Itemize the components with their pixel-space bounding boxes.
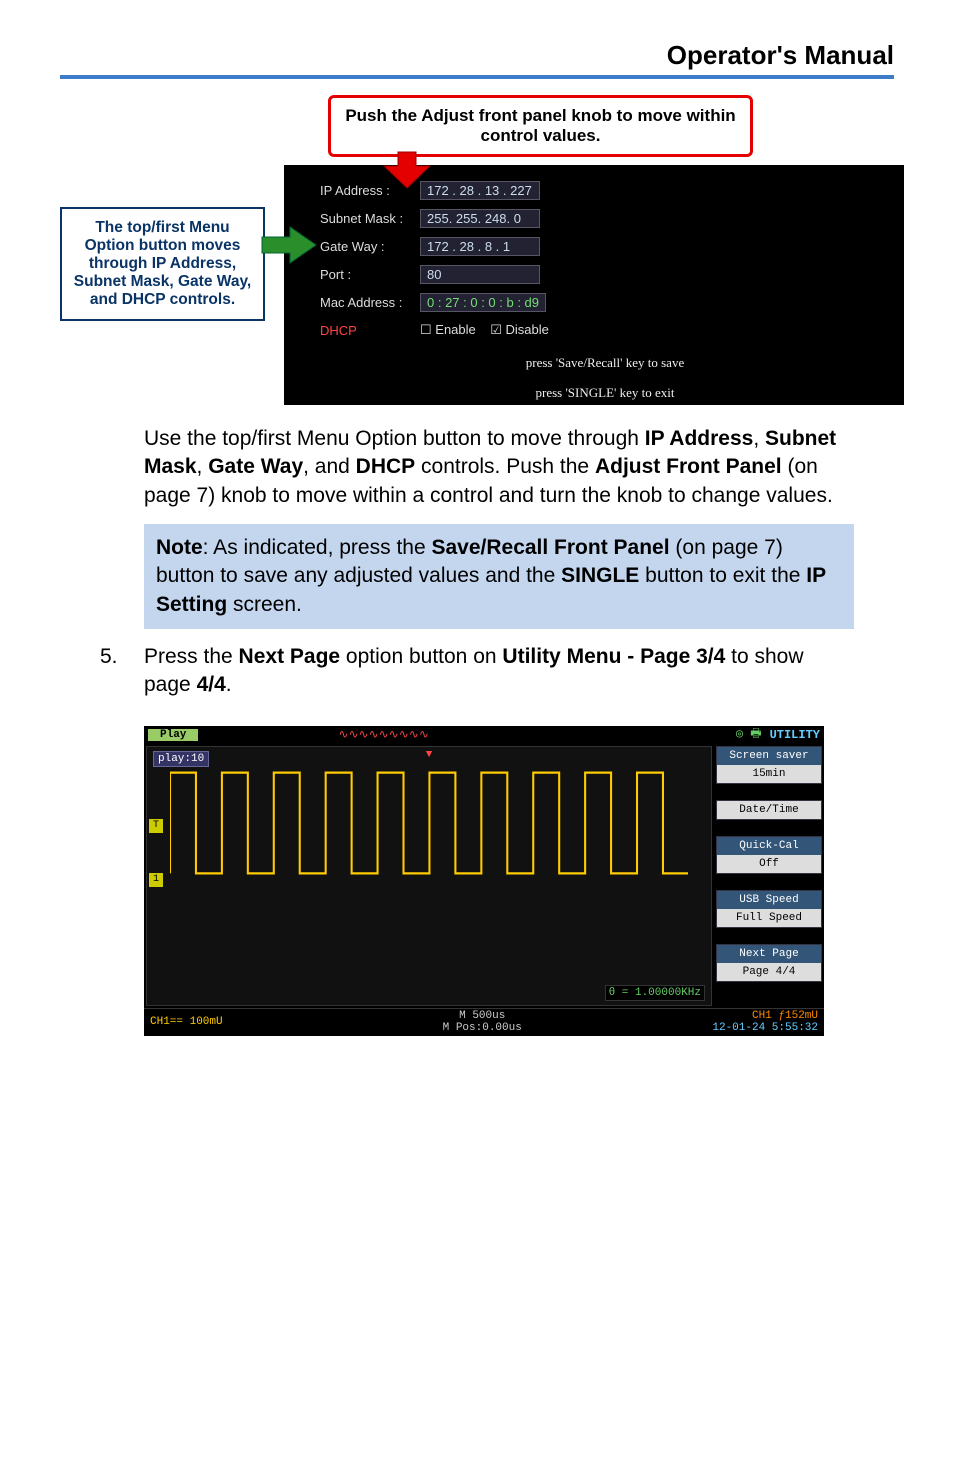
- ip-footer-save: press 'Save/Recall' key to save: [320, 355, 890, 371]
- callout-left-text: The top/first Menu Option button moves t…: [74, 219, 251, 308]
- scope-utility-label: UTILITY: [770, 728, 820, 742]
- mac-address-label: Mac Address :: [320, 295, 420, 310]
- menu-next-page[interactable]: Next Page Page 4/4: [716, 944, 822, 982]
- menu-value: Full Speed: [717, 909, 821, 927]
- arrow-right-icon: [260, 225, 318, 265]
- subnet-mask-label: Subnet Mask :: [320, 211, 420, 226]
- oscilloscope-screenshot: Play ∿∿∿∿∿∿∿∿∿ ◎ 🖶 UTILITY play:10 ▼ T 1…: [144, 726, 894, 1036]
- step-5: 5. Press the Next Page option button on …: [100, 643, 854, 700]
- scope-timebase: M 500usM Pos:0.00us: [443, 1010, 522, 1034]
- menu-date-time[interactable]: Date/Time: [716, 800, 822, 820]
- gateway-label: Gate Way :: [320, 239, 420, 254]
- dhcp-enable-checkbox[interactable]: ☐: [420, 322, 435, 337]
- subnet-mask-field[interactable]: 255. 255. 248. 0: [420, 209, 540, 228]
- dhcp-options[interactable]: ☐ Enable ☑ Disable: [420, 322, 549, 338]
- menu-quick-cal[interactable]: Quick-Cal Off: [716, 836, 822, 874]
- ip-address-field[interactable]: 172 . 28 . 13 . 227: [420, 181, 540, 200]
- scope-top-bar: Play ∿∿∿∿∿∿∿∿∿ ◎ 🖶 UTILITY: [144, 726, 824, 744]
- port-field[interactable]: 80: [420, 265, 540, 284]
- mac-address-field: 0 : 27 : 0 : 0 : b : d9: [420, 293, 546, 312]
- ip-setting-panel: IP Address : 172 . 28 . 13 . 227 Subnet …: [284, 165, 904, 405]
- menu-usb-speed[interactable]: USB Speed Full Speed: [716, 890, 822, 928]
- menu-value: 15min: [717, 765, 821, 783]
- menu-label: Quick-Cal: [717, 837, 821, 855]
- ip-setting-diagram: IP Address : 172 . 28 . 13 . 227 Subnet …: [60, 95, 894, 405]
- step-body: Press the Next Page option button on Uti…: [144, 643, 854, 700]
- menu-label: Date/Time: [717, 801, 821, 819]
- note-box: Note: As indicated, press the Save/Recal…: [144, 524, 854, 629]
- arrow-down-icon: [380, 150, 434, 190]
- callout-knob: Push the Adjust front panel knob to move…: [328, 95, 753, 157]
- dhcp-disable-text: Disable: [506, 322, 549, 337]
- scope-play-indicator: Play: [148, 729, 198, 741]
- dhcp-disable-checkbox[interactable]: ☑: [490, 322, 505, 337]
- port-label: Port :: [320, 267, 420, 282]
- scope-frequency: θ = 1.00000KHz: [605, 985, 705, 1001]
- waveform-icon: ∿∿∿∿∿∿∿∿∿: [338, 727, 429, 742]
- step-number: 5.: [100, 643, 144, 700]
- mac-address-row: Mac Address : 0 : 27 : 0 : 0 : b : d9: [320, 291, 890, 313]
- menu-value: Off: [717, 855, 821, 873]
- menu-label: Screen saver: [717, 747, 821, 765]
- ip-footer-exit: press 'SINGLE' key to exit: [320, 385, 890, 401]
- menu-label: USB Speed: [717, 891, 821, 909]
- scope-ch1-scale: CH1== 100mU: [150, 1016, 223, 1028]
- port-row: Port : 80: [320, 263, 890, 285]
- header-divider: [60, 75, 894, 79]
- scope-play-count: play:10: [153, 751, 209, 767]
- status-icons: ◎ 🖶: [736, 724, 762, 745]
- subnet-mask-row: Subnet Mask : 255. 255. 248. 0: [320, 207, 890, 229]
- menu-screen-saver[interactable]: Screen saver 15min: [716, 746, 822, 784]
- gateway-field[interactable]: 172 . 28 . 8 . 1: [420, 237, 540, 256]
- scope-trigger-info: CH1 ƒ152mU12-01-24 5:55:32: [712, 1010, 818, 1034]
- scope-plot-area: play:10 ▼ T 1 θ = 1.00000KHz: [146, 746, 712, 1006]
- dhcp-enable-text: Enable: [435, 322, 475, 337]
- trigger-marker-icon: ▼: [426, 749, 433, 761]
- waveform: [170, 767, 689, 879]
- page-title: Operator's Manual: [60, 40, 894, 71]
- channel-1-marker: 1: [149, 873, 163, 887]
- paragraph-usage: Use the top/first Menu Option button to …: [144, 425, 854, 510]
- scope-bottom-bar: CH1== 100mU M 500usM Pos:0.00us CH1 ƒ152…: [144, 1008, 824, 1036]
- channel-t-marker: T: [149, 819, 163, 833]
- callout-menu-option: The top/first Menu Option button moves t…: [60, 207, 265, 321]
- menu-value: Page 4/4: [717, 963, 821, 981]
- dhcp-label: DHCP: [320, 323, 420, 338]
- gateway-row: Gate Way : 172 . 28 . 8 . 1: [320, 235, 890, 257]
- dhcp-row: DHCP ☐ Enable ☑ Disable: [320, 319, 890, 341]
- scope-side-menu: Screen saver 15min Date/Time Quick-Cal O…: [714, 744, 824, 1008]
- menu-label: Next Page: [717, 945, 821, 963]
